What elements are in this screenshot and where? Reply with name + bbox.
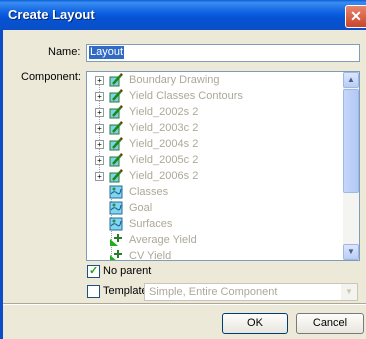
tree-item-yield-2003c-2[interactable]: + Yield_2003c 2 — [87, 120, 345, 136]
template-select: Simple, Entire Component ▼ — [144, 283, 358, 301]
surface-map-icon — [109, 217, 123, 231]
tree-item-label: Yield_2004s 2 — [129, 138, 199, 150]
window-title: Create Layout — [8, 7, 95, 22]
layer-pen-icon — [109, 153, 123, 167]
tree-item-label: Surfaces — [129, 218, 173, 230]
divider — [3, 303, 366, 305]
tree-item-label: Yield_2006s 2 — [129, 170, 199, 182]
component-tree[interactable]: + Boundary Drawing + Yield Classes Conto… — [86, 71, 360, 261]
tree-item-boundary-drawing[interactable]: + Boundary Drawing — [87, 72, 345, 88]
tree-item-label: Classes — [129, 186, 169, 198]
tree-item-cv-yield[interactable]: CV Yield — [87, 248, 345, 261]
layer-pen-icon — [109, 121, 123, 135]
layer-pen-icon — [109, 105, 123, 119]
name-label: Name: — [48, 46, 81, 58]
no-parent-checkbox[interactable]: ✓ — [87, 265, 100, 278]
tree-item-classes[interactable]: Classes — [87, 184, 345, 200]
checkmark-icon: ✓ — [89, 265, 99, 277]
expand-icon[interactable]: + — [95, 140, 104, 149]
tree-item-label: Yield_2005c 2 — [129, 154, 199, 166]
statistics-icon — [110, 250, 122, 260]
expand-icon[interactable]: + — [95, 76, 104, 85]
component-label: Component: — [21, 71, 81, 83]
layer-pen-icon — [109, 89, 123, 103]
no-parent-label[interactable]: No parent — [103, 265, 151, 277]
scroll-thumb[interactable] — [343, 89, 359, 193]
tree-item-label: Boundary Drawing — [129, 74, 220, 86]
template-checkbox[interactable] — [87, 285, 100, 298]
tree-item-yield-classes-contours[interactable]: + Yield Classes Contours — [87, 88, 345, 104]
tree-item-label: Goal — [129, 202, 153, 214]
window-frame-left — [0, 30, 3, 339]
cancel-button[interactable]: Cancel — [296, 313, 364, 334]
tree-item-yield-2004s-2[interactable]: + Yield_2004s 2 — [87, 136, 345, 152]
tree-item-yield-2006s-2[interactable]: + Yield_2006s 2 — [87, 168, 345, 184]
surface-map-icon — [109, 185, 123, 199]
tree-item-average-yield[interactable]: Average Yield — [87, 232, 345, 248]
tree-item-label: Yield_2003c 2 — [129, 122, 199, 134]
tree-item-label: Yield_2002s 2 — [129, 106, 199, 118]
tree-item-label: Yield Classes Contours — [129, 90, 243, 102]
tree-item-yield-2002s-2[interactable]: + Yield_2002s 2 — [87, 104, 345, 120]
expand-icon[interactable]: + — [95, 124, 104, 133]
scroll-down-button[interactable]: ▼ — [343, 244, 359, 260]
ok-button[interactable]: OK — [222, 313, 288, 334]
expand-icon[interactable]: + — [95, 172, 104, 181]
tree-item-surfaces[interactable]: Surfaces — [87, 216, 345, 232]
expand-icon[interactable]: + — [95, 92, 104, 101]
surface-map-icon — [109, 201, 123, 215]
name-field[interactable]: Layout — [86, 44, 360, 62]
scroll-up-button[interactable]: ▲ — [343, 72, 359, 88]
tree-scrollbar[interactable]: ▲ ▼ — [343, 72, 359, 260]
template-label[interactable]: Template — [103, 285, 148, 297]
tree-item-label: CV Yield — [129, 250, 172, 261]
layer-pen-icon — [109, 169, 123, 183]
close-button[interactable]: ✕ — [345, 5, 366, 28]
tree-item-goal[interactable]: Goal — [87, 200, 345, 216]
layer-pen-icon — [109, 73, 123, 87]
title-bar: Create Layout ✕ — [0, 0, 366, 30]
expand-icon[interactable]: + — [95, 156, 104, 165]
chevron-down-icon: ▼ — [341, 284, 357, 300]
expand-icon[interactable]: + — [95, 108, 104, 117]
statistics-icon — [110, 234, 122, 246]
tree-item-yield-2005c-2[interactable]: + Yield_2005c 2 — [87, 152, 345, 168]
name-field-value: Layout — [89, 46, 125, 59]
template-select-value: Simple, Entire Component — [149, 286, 278, 298]
layer-pen-icon — [109, 137, 123, 151]
tree-item-label: Average Yield — [129, 234, 197, 246]
